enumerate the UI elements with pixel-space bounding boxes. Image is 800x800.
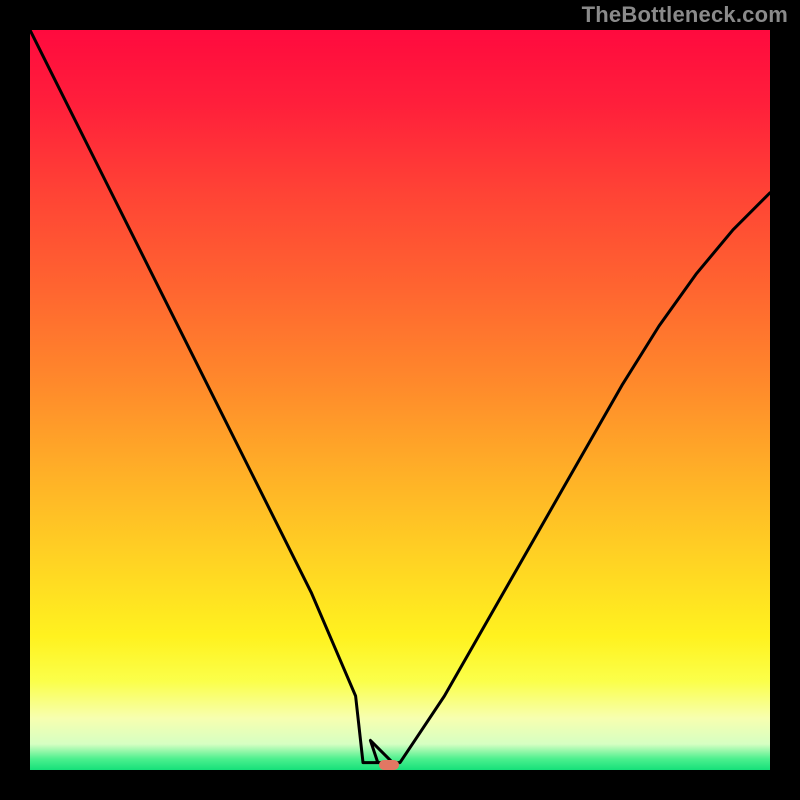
- bottleneck-curve: [30, 30, 770, 770]
- plot-area: [30, 30, 770, 770]
- curve-path: [30, 30, 770, 763]
- optimum-marker: [379, 760, 399, 770]
- stage: TheBottleneck.com: [0, 0, 800, 800]
- watermark-text: TheBottleneck.com: [582, 2, 788, 28]
